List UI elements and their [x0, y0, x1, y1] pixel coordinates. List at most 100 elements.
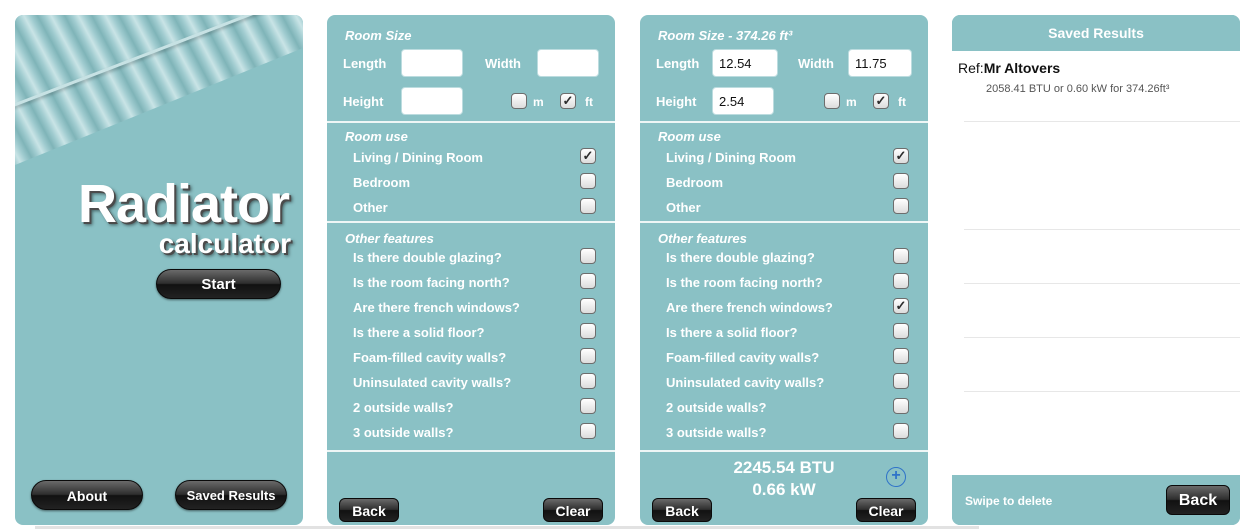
- about-button[interactable]: About: [31, 480, 143, 510]
- width-label: Width: [798, 56, 834, 71]
- unit-m-label: m: [846, 95, 857, 109]
- app-subtitle: calculator: [158, 228, 291, 259]
- calculator-screen-empty: Room Size Length Width Height m ✓ ft Roo…: [327, 15, 615, 525]
- feature-label: Is the room facing north?: [353, 275, 510, 290]
- room-size-heading: Room Size - 374.26 ft³: [658, 28, 793, 43]
- unit-ft-checkbox[interactable]: ✓: [873, 93, 889, 109]
- feature-label: Foam-filled cavity walls?: [666, 350, 820, 365]
- room-size-heading: Room Size: [345, 28, 412, 43]
- height-label: Height: [656, 94, 697, 109]
- feature-checkbox[interactable]: [580, 423, 596, 439]
- feature-checkbox[interactable]: [893, 348, 909, 364]
- list-separator: [964, 391, 1240, 392]
- list-separator: [964, 337, 1240, 338]
- start-button[interactable]: Start: [156, 269, 281, 299]
- saved-entry-detail: 2058.41 BTU or 0.60 kW for 374.26ft³: [986, 83, 1170, 95]
- unit-ft-label: ft: [898, 95, 906, 109]
- feature-checkbox[interactable]: [893, 273, 909, 289]
- feature-checkbox[interactable]: [893, 423, 909, 439]
- room-use-label: Other: [666, 200, 701, 215]
- room-use-checkbox[interactable]: [580, 198, 596, 214]
- saved-results-screen: Saved Results Ref:Mr Altovers 2058.41 BT…: [952, 15, 1240, 525]
- list-separator: [964, 121, 1240, 122]
- height-input[interactable]: [401, 87, 463, 115]
- swipe-hint: Swipe to delete: [965, 494, 1053, 508]
- feature-checkbox[interactable]: [893, 398, 909, 414]
- length-input[interactable]: 12.54: [712, 49, 778, 77]
- feature-label: Is the room facing north?: [666, 275, 823, 290]
- feature-checkbox[interactable]: [580, 298, 596, 314]
- section-divider: [640, 450, 928, 452]
- feature-label: Are there french windows?: [353, 300, 520, 315]
- saved-entry-ref[interactable]: Ref:Mr Altovers: [958, 60, 1060, 76]
- room-use-heading: Room use: [658, 129, 721, 144]
- unit-m-label: m: [533, 95, 544, 109]
- feature-checkbox[interactable]: [893, 323, 909, 339]
- room-use-checkbox[interactable]: [893, 198, 909, 214]
- feature-checkbox[interactable]: [580, 273, 596, 289]
- room-use-label: Bedroom: [353, 175, 411, 190]
- room-use-label: Living / Dining Room: [666, 150, 796, 165]
- feature-label: 2 outside walls?: [353, 400, 454, 415]
- section-divider: [640, 121, 928, 123]
- feature-label: Is there double glazing?: [666, 250, 815, 265]
- radiator-fins-graphic: [15, 15, 303, 165]
- feature-checkbox[interactable]: [580, 348, 596, 364]
- feature-label: Uninsulated cavity walls?: [353, 375, 512, 390]
- room-use-checkbox[interactable]: [580, 173, 596, 189]
- width-input[interactable]: [537, 49, 599, 77]
- other-features-heading: Other features: [345, 231, 434, 246]
- ref-prefix: Ref:: [958, 60, 984, 76]
- app-title: Radiator: [77, 174, 290, 234]
- feature-checkbox[interactable]: [580, 323, 596, 339]
- result-btu: 2245.54 BTU: [733, 458, 835, 477]
- room-use-label: Bedroom: [666, 175, 724, 190]
- unit-ft-checkbox[interactable]: ✓: [560, 93, 576, 109]
- list-separator: [964, 229, 1240, 230]
- width-input[interactable]: 11.75: [848, 49, 912, 77]
- length-input[interactable]: [401, 49, 463, 77]
- feature-label: Is there a solid floor?: [666, 325, 798, 340]
- room-use-heading: Room use: [345, 129, 408, 144]
- room-use-checkbox[interactable]: ✓: [580, 148, 596, 164]
- feature-label: Is there double glazing?: [353, 250, 502, 265]
- feature-checkbox[interactable]: [580, 398, 596, 414]
- home-screen: Radiator calculator Start About Saved Re…: [15, 15, 303, 525]
- room-use-checkbox[interactable]: [893, 173, 909, 189]
- feature-label: Are there french windows?: [666, 300, 833, 315]
- feature-label: Uninsulated cavity walls?: [666, 375, 825, 390]
- feature-label: Foam-filled cavity walls?: [353, 350, 507, 365]
- length-label: Length: [656, 56, 700, 71]
- other-features-heading: Other features: [658, 231, 747, 246]
- saved-results-list: Ref:Mr Altovers 2058.41 BTU or 0.60 kW f…: [952, 51, 1240, 475]
- saved-results-footer: Swipe to delete Back: [952, 475, 1240, 525]
- add-result-icon[interactable]: +: [886, 467, 906, 487]
- length-label: Length: [343, 56, 387, 71]
- room-use-checkbox[interactable]: ✓: [893, 148, 909, 164]
- result-kw: 0.66 kW: [752, 480, 816, 499]
- height-label: Height: [343, 94, 384, 109]
- back-button[interactable]: Back: [339, 498, 399, 522]
- list-separator: [964, 283, 1240, 284]
- feature-checkbox[interactable]: [893, 373, 909, 389]
- feature-checkbox[interactable]: ✓: [893, 298, 909, 314]
- section-divider: [327, 121, 615, 123]
- back-button[interactable]: Back: [1166, 485, 1230, 515]
- saved-results-button[interactable]: Saved Results: [175, 480, 287, 510]
- feature-label: 2 outside walls?: [666, 400, 767, 415]
- back-button[interactable]: Back: [652, 498, 712, 522]
- room-use-label: Other: [353, 200, 388, 215]
- clear-button[interactable]: Clear: [856, 498, 916, 522]
- feature-checkbox[interactable]: [893, 248, 909, 264]
- width-label: Width: [485, 56, 521, 71]
- feature-checkbox[interactable]: [580, 248, 596, 264]
- height-input[interactable]: 2.54: [712, 87, 774, 115]
- room-use-label: Living / Dining Room: [353, 150, 483, 165]
- calculator-screen-filled: Room Size - 374.26 ft³ Length 12.54 Widt…: [640, 15, 928, 525]
- clear-button[interactable]: Clear: [543, 498, 603, 522]
- section-divider: [640, 221, 928, 223]
- unit-m-checkbox[interactable]: [824, 93, 840, 109]
- feature-checkbox[interactable]: [580, 373, 596, 389]
- feature-label: 3 outside walls?: [666, 425, 767, 440]
- unit-m-checkbox[interactable]: [511, 93, 527, 109]
